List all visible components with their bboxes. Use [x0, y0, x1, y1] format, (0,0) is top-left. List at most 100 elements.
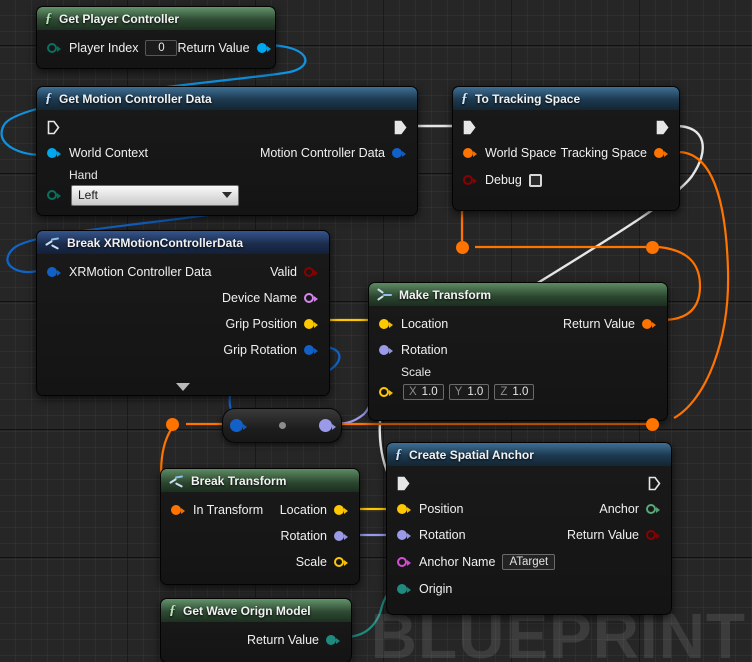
struct-pin[interactable] [392, 147, 407, 159]
rotator-output-pin[interactable] [319, 418, 336, 432]
function-icon: ƒ [169, 602, 176, 618]
enum-pin[interactable] [47, 189, 62, 201]
enum-pin[interactable] [397, 583, 412, 595]
transform-pin[interactable] [171, 504, 186, 516]
vector-pin[interactable] [304, 318, 319, 330]
node-header: ƒ Create Spatial Anchor [387, 443, 671, 466]
node-row: Player Index 0 Return Value [37, 35, 275, 61]
int-pin[interactable] [47, 42, 62, 54]
debug-checkbox[interactable] [528, 173, 542, 187]
pin-label: In Transform [193, 503, 264, 517]
scale-y-value: 1.0 [467, 386, 484, 398]
node-row: Left [37, 183, 417, 207]
pin-label: Anchor [599, 502, 639, 516]
anchor-name-input[interactable]: ATarget [502, 554, 556, 570]
node-header: ƒ Get Player Controller [37, 7, 275, 30]
function-icon: ƒ [45, 10, 52, 26]
node-create-spatial-anchor[interactable]: ƒ Create Spatial Anchor Position Anchor … [386, 442, 672, 615]
break-struct-icon [45, 236, 60, 250]
vector-pin[interactable] [379, 386, 394, 398]
name-pin[interactable] [304, 292, 319, 304]
hand-label: Hand [69, 168, 98, 182]
node-exec-row [387, 470, 671, 496]
transform-pin[interactable] [654, 147, 669, 159]
exec-out-pin[interactable] [394, 120, 407, 135]
node-row: In Transform Location [161, 497, 359, 523]
expand-advanced-icon[interactable] [176, 383, 190, 391]
rotator-conversion-node[interactable] [222, 408, 342, 443]
exec-out-pin[interactable] [656, 120, 669, 135]
node-header: ƒ To Tracking Space [453, 87, 679, 110]
pin-label: Tracking Space [560, 146, 647, 160]
node-row: Rotation [161, 523, 359, 549]
node-to-tracking-space[interactable]: ƒ To Tracking Space World Space Tracking… [452, 86, 680, 211]
node-get-player-controller[interactable]: ƒ Get Player Controller Player Index 0 R… [36, 6, 276, 69]
node-make-transform[interactable]: Make Transform Location Return Value Rot… [368, 282, 668, 421]
node-row: Location Return Value [369, 311, 667, 337]
object-pin[interactable] [47, 147, 62, 159]
player-index-input[interactable]: 0 [145, 40, 178, 56]
node-row: Anchor Name ATarget [387, 548, 671, 576]
object-pin[interactable] [256, 42, 272, 54]
node-get-motion-controller-data[interactable]: ƒ Get Motion Controller Data World Conte… [36, 86, 418, 216]
pin-label: Grip Position [225, 317, 297, 331]
rotator-pin[interactable] [334, 530, 349, 542]
vector-pin[interactable] [397, 503, 412, 515]
scale-z-input[interactable]: Z 1.0 [494, 384, 535, 400]
name-pin[interactable] [397, 556, 412, 568]
node-row: Grip Rotation [37, 337, 329, 363]
transform-pin[interactable] [642, 318, 657, 330]
exec-in-pin[interactable] [397, 476, 410, 491]
pin-label: Rotation [280, 529, 327, 543]
pin-label: Location [401, 317, 449, 331]
rotator-pin[interactable] [397, 529, 412, 541]
node-header: Make Transform [369, 283, 667, 306]
rotator-pin[interactable] [379, 344, 394, 356]
exec-in-pin[interactable] [47, 120, 60, 135]
node-break-xrmotioncontrollerdata[interactable]: Break XRMotionControllerData XRMotion Co… [36, 230, 330, 396]
scale-vector-field[interactable]: X 1.0 Y 1.0 Z 1.0 [403, 384, 535, 400]
reroute-tracking-space-b[interactable] [646, 241, 659, 254]
pin-label: Return Value [566, 528, 639, 542]
node-title: Break XRMotionControllerData [67, 235, 244, 250]
pin-label: Rotation [419, 528, 466, 542]
node-get-wave-orign-model[interactable]: ƒ Get Wave Orign Model Return Value [160, 598, 352, 662]
anchor-pin[interactable] [646, 503, 661, 515]
rotator-input-pin[interactable] [230, 418, 247, 432]
enum-pin[interactable] [326, 634, 341, 646]
bool-pin[interactable] [463, 174, 478, 186]
vector-pin[interactable] [379, 318, 394, 330]
transform-pin[interactable] [463, 147, 478, 159]
struct-pin[interactable] [47, 266, 62, 278]
scale-x-value: 1.0 [421, 386, 438, 398]
node-row: Debug [453, 166, 679, 194]
bool-pin[interactable] [646, 529, 661, 541]
pin-label: Rotation [401, 343, 448, 357]
exec-in-pin[interactable] [463, 120, 476, 135]
pin-label: Scale [295, 555, 327, 569]
reroute-transform-left[interactable] [166, 418, 179, 431]
node-row: Return Value [161, 627, 351, 653]
vector-pin[interactable] [334, 504, 349, 516]
exec-out-pin[interactable] [648, 476, 661, 491]
reroute-transform-right[interactable] [646, 418, 659, 431]
node-title: Get Motion Controller Data [59, 91, 212, 106]
blueprint-graph-canvas[interactable]: BLUEPRINT ƒ Get Player Controller Player… [0, 0, 752, 662]
node-row: Rotation Return Value [387, 522, 671, 548]
node-title: To Tracking Space [475, 91, 581, 106]
bool-pin[interactable] [304, 266, 319, 278]
reroute-tracking-space-a[interactable] [456, 241, 469, 254]
node-break-transform[interactable]: Break Transform In Transform Location Ro… [160, 468, 360, 585]
scale-label: Scale [401, 365, 432, 379]
scale-x-input[interactable]: X 1.0 [403, 384, 444, 400]
pin-label: Debug [485, 173, 522, 187]
function-icon: ƒ [45, 90, 52, 106]
rotator-pin[interactable] [304, 344, 319, 356]
conversion-dot-icon [278, 422, 286, 429]
vector-pin[interactable] [334, 556, 349, 568]
node-row: World Space Tracking Space [453, 140, 679, 166]
node-title: Get Wave Orign Model [183, 603, 311, 618]
scale-y-input[interactable]: Y 1.0 [448, 384, 490, 400]
axis-label-y: Y [454, 386, 463, 398]
hand-dropdown[interactable]: Left [71, 184, 239, 206]
